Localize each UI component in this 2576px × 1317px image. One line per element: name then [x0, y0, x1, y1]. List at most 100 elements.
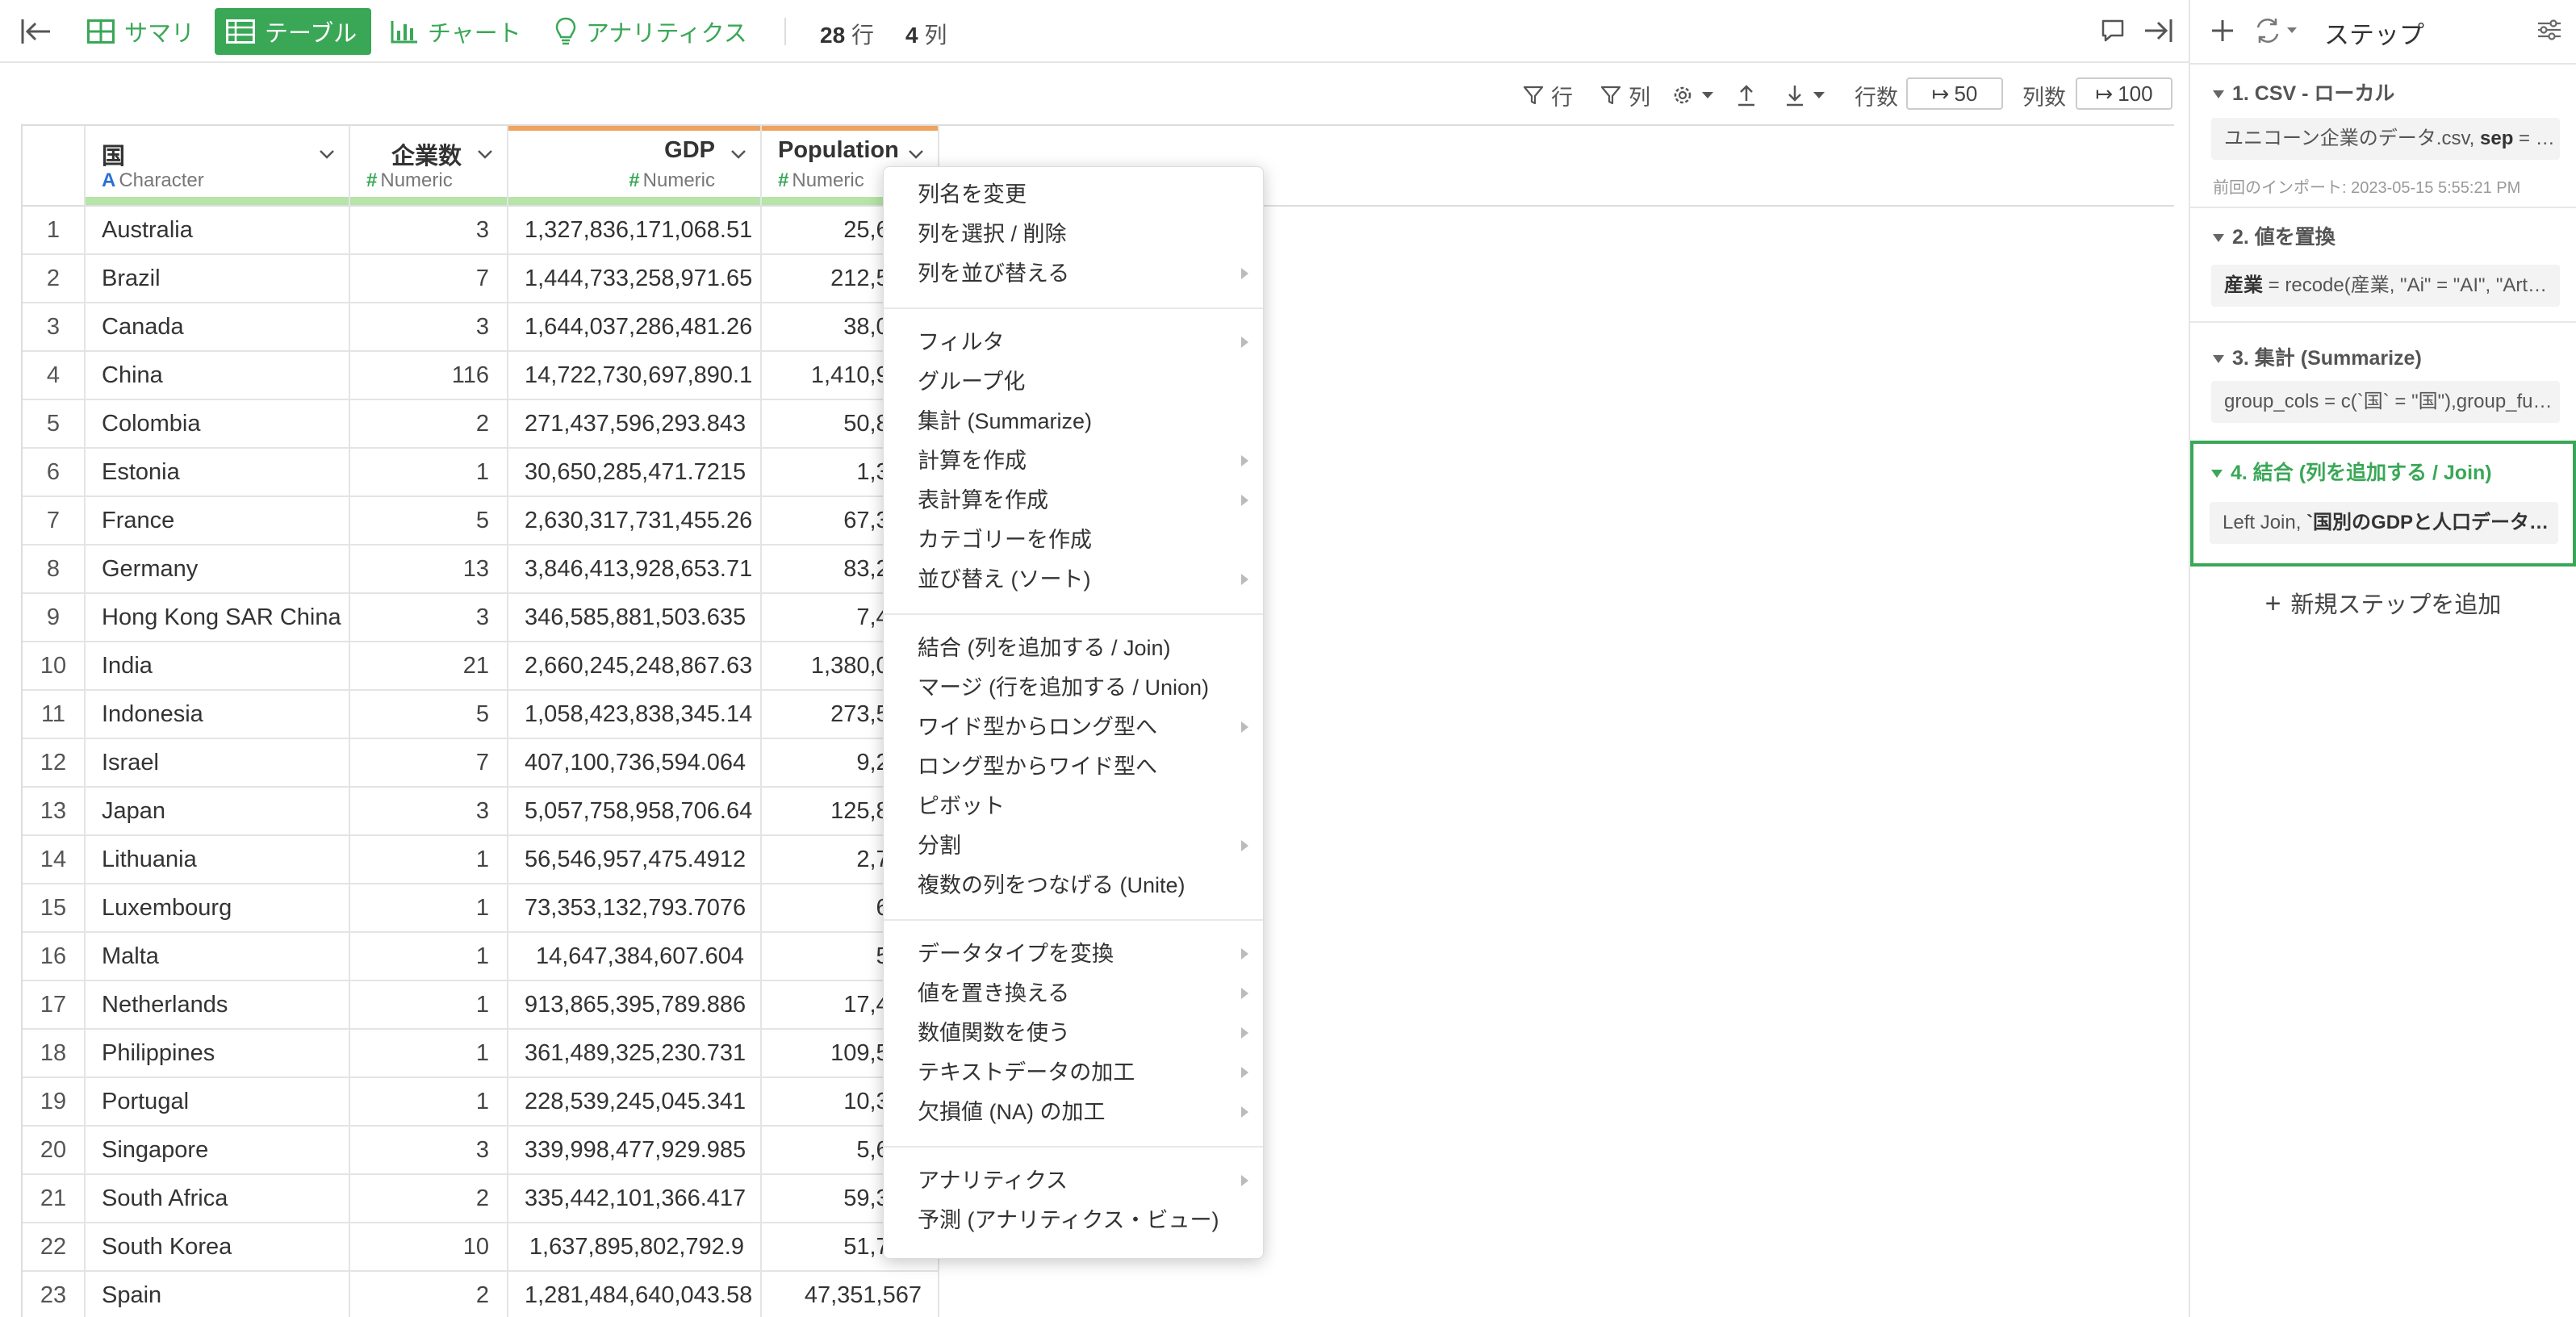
menu-item[interactable]: ロング型からワイド型へ: [884, 747, 1263, 786]
cell-gdp[interactable]: 228,539,245,045.341: [508, 1078, 762, 1127]
cell-country[interactable]: Indonesia: [86, 691, 350, 739]
cell-country[interactable]: Spain: [86, 1272, 350, 1317]
cell-companies[interactable]: 1: [350, 1078, 508, 1127]
cell-gdp[interactable]: 1,644,037,286,481.26: [508, 303, 762, 352]
cell-country[interactable]: Israel: [86, 739, 350, 788]
tab-table[interactable]: テーブル: [215, 8, 371, 55]
cell-gdp[interactable]: 1,281,484,640,043.58: [508, 1272, 762, 1317]
cell-companies[interactable]: 21: [350, 642, 508, 691]
step-join[interactable]: 4. 結合 (列を追加する / Join) Left Join, `国別のGDP…: [2190, 441, 2576, 567]
column-filter-button[interactable]: 列: [1600, 79, 1650, 111]
cell-country[interactable]: South Korea: [86, 1223, 350, 1272]
cell-country[interactable]: Canada: [86, 303, 350, 352]
menu-item[interactable]: 数値関数を使う: [884, 1014, 1263, 1052]
cell-gdp[interactable]: 56,546,957,475.4912: [508, 836, 762, 884]
cell-companies[interactable]: 5: [350, 691, 508, 739]
cell-companies[interactable]: 1: [350, 884, 508, 933]
chevron-down-icon[interactable]: [728, 144, 749, 165]
cell-country[interactable]: Estonia: [86, 449, 350, 497]
download-dropdown-button[interactable]: [1784, 79, 1832, 111]
cell-companies[interactable]: 1: [350, 933, 508, 981]
menu-item[interactable]: フィルタ: [884, 323, 1263, 362]
menu-item[interactable]: マージ (行を追加する / Union): [884, 668, 1263, 707]
cell-gdp[interactable]: 1,444,733,258,971.65: [508, 255, 762, 303]
cell-country[interactable]: Brazil: [86, 255, 350, 303]
cell-gdp[interactable]: 1,058,423,838,345.14: [508, 691, 762, 739]
menu-item[interactable]: 欠損値 (NA) の加工: [884, 1093, 1263, 1131]
cell-gdp[interactable]: 2,660,245,248,867.63: [508, 642, 762, 691]
cell-country[interactable]: Malta: [86, 933, 350, 981]
cell-gdp[interactable]: 5,057,758,958,706.64: [508, 788, 762, 836]
menu-item[interactable]: 表計算を作成: [884, 481, 1263, 520]
cell-country[interactable]: Colombia: [86, 400, 350, 449]
rows-limit-input[interactable]: ↦ 50: [1906, 77, 2003, 110]
cell-country[interactable]: Luxembourg: [86, 884, 350, 933]
settings-dropdown-button[interactable]: [1671, 79, 1721, 111]
row-filter-button[interactable]: 行: [1522, 79, 1573, 111]
cell-population[interactable]: 47,351,567: [762, 1272, 939, 1317]
cell-gdp[interactable]: 14,722,730,697,890.1: [508, 352, 762, 400]
cell-country[interactable]: Japan: [86, 788, 350, 836]
cell-gdp[interactable]: 3,846,413,928,653.71: [508, 546, 762, 594]
cell-gdp[interactable]: 407,100,736,594.064: [508, 739, 762, 788]
cell-country[interactable]: Lithuania: [86, 836, 350, 884]
cell-companies[interactable]: 7: [350, 739, 508, 788]
menu-item[interactable]: 値を置き換える: [884, 974, 1263, 1013]
cell-gdp[interactable]: 361,489,325,230.731: [508, 1030, 762, 1078]
cell-companies[interactable]: 1: [350, 981, 508, 1030]
refresh-dropdown-icon[interactable]: [2253, 16, 2300, 45]
cell-gdp[interactable]: 346,585,881,503.635: [508, 594, 762, 642]
cell-companies[interactable]: 2: [350, 1175, 508, 1223]
column-header-country[interactable]: 国 A Character: [86, 126, 350, 207]
step-summarize[interactable]: 3. 集計 (Summarize) group_cols = c(`国` = "…: [2190, 323, 2576, 436]
cell-gdp[interactable]: 271,437,596,293.843: [508, 400, 762, 449]
cell-gdp[interactable]: 30,650,285,471.7215: [508, 449, 762, 497]
collapse-right-icon[interactable]: [2142, 15, 2174, 47]
cell-companies[interactable]: 2: [350, 400, 508, 449]
collapse-left-icon[interactable]: [19, 15, 53, 48]
menu-item[interactable]: 集計 (Summarize): [884, 402, 1263, 441]
step-replace-values[interactable]: 2. 値を置換 産業 = recode(産業, "Ai" = "AI", "Ar…: [2190, 208, 2576, 321]
cell-country[interactable]: Hong Kong SAR China: [86, 594, 350, 642]
cell-gdp[interactable]: 913,865,395,789.886: [508, 981, 762, 1030]
menu-item[interactable]: 複数の列をつなげる (Unite): [884, 866, 1263, 905]
menu-item[interactable]: 結合 (列を追加する / Join): [884, 629, 1263, 667]
menu-item[interactable]: データタイプを変換: [884, 934, 1263, 973]
cell-companies[interactable]: 3: [350, 303, 508, 352]
menu-item[interactable]: 分割: [884, 826, 1263, 865]
sliders-icon[interactable]: [2536, 16, 2563, 44]
menu-item[interactable]: ピボット: [884, 787, 1263, 826]
cell-gdp[interactable]: 1,637,895,802,792.9: [508, 1223, 762, 1272]
cell-gdp[interactable]: 73,353,132,793.7076: [508, 884, 762, 933]
tab-chart[interactable]: チャート: [379, 8, 533, 55]
cell-country[interactable]: India: [86, 642, 350, 691]
menu-item[interactable]: テキストデータの加工: [884, 1053, 1263, 1092]
menu-item[interactable]: 列を並び替える: [884, 254, 1263, 293]
cell-companies[interactable]: 3: [350, 594, 508, 642]
cell-companies[interactable]: 3: [350, 788, 508, 836]
column-header-companies[interactable]: 企業数 # Numeric: [350, 126, 508, 207]
chevron-down-icon[interactable]: [905, 144, 926, 165]
tab-summary[interactable]: サマリ: [76, 8, 206, 55]
cell-companies[interactable]: 10: [350, 1223, 508, 1272]
cell-gdp[interactable]: 14,647,384,607.604: [508, 933, 762, 981]
cell-companies[interactable]: 13: [350, 546, 508, 594]
export-button[interactable]: [1735, 79, 1764, 111]
cell-gdp[interactable]: 2,630,317,731,455.26: [508, 497, 762, 546]
tab-analytics[interactable]: アナリティクス: [544, 8, 759, 55]
cell-companies[interactable]: 5: [350, 497, 508, 546]
cell-companies[interactable]: 116: [350, 352, 508, 400]
cell-gdp[interactable]: 1,327,836,171,068.51: [508, 207, 762, 255]
cell-companies[interactable]: 3: [350, 207, 508, 255]
cell-country[interactable]: China: [86, 352, 350, 400]
menu-item[interactable]: 列名を変更: [884, 175, 1263, 214]
cell-companies[interactable]: 3: [350, 1127, 508, 1175]
cell-companies[interactable]: 7: [350, 255, 508, 303]
cell-gdp[interactable]: 339,998,477,929.985: [508, 1127, 762, 1175]
menu-item[interactable]: 予測 (アナリティクス・ビュー): [884, 1201, 1263, 1240]
cell-companies[interactable]: 1: [350, 836, 508, 884]
cell-companies[interactable]: 1: [350, 449, 508, 497]
cell-country[interactable]: Singapore: [86, 1127, 350, 1175]
menu-item[interactable]: グループ化: [884, 362, 1263, 401]
chevron-down-icon[interactable]: [475, 144, 496, 165]
